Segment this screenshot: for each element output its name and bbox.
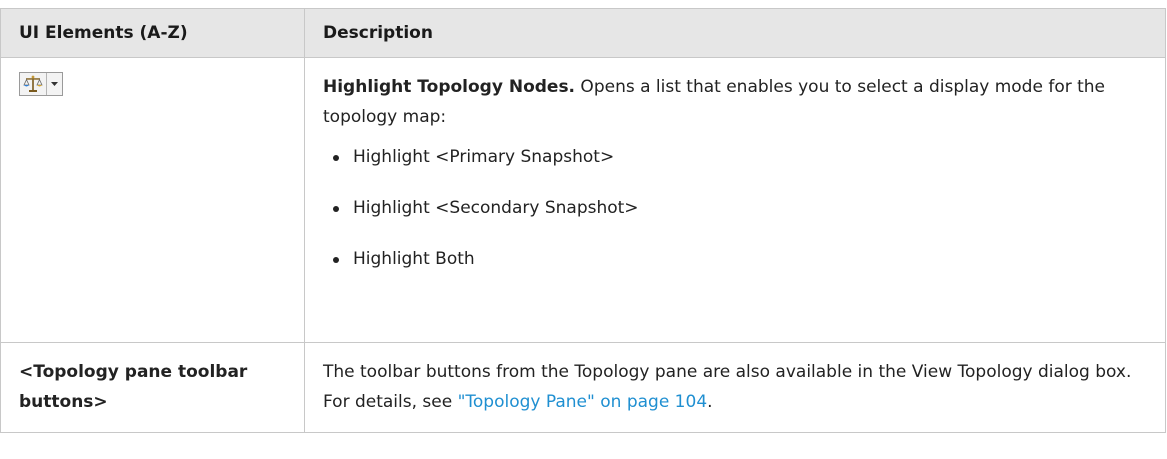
description-text-end: . [707,392,713,412]
display-mode-list: Highlight <Primary Snapshot> Highlight <… [323,142,1149,274]
topology-pane-link[interactable]: "Topology Pane" on page 104 [458,392,708,412]
ui-element-cell [0,57,305,343]
list-item: Highlight Both [331,244,1149,274]
list-item: Highlight <Primary Snapshot> [331,142,1149,172]
ui-element-cell: <Topology pane toolbar buttons> [0,342,305,433]
description-cell: Highlight Topology Nodes. Opens a list t… [304,57,1166,343]
description-text: Highlight Topology Nodes. Opens a list t… [323,72,1149,132]
chevron-down-icon[interactable] [47,73,62,95]
table-row: <Topology pane toolbar buttons> The tool… [0,342,1166,433]
element-title: Highlight Topology Nodes. [323,77,576,97]
table-header-row: UI Elements (A-Z) Description [0,8,1166,58]
description-text: The toolbar buttons from the Topology pa… [323,362,1132,412]
list-item: Highlight <Secondary Snapshot> [331,193,1149,223]
description-cell: The toolbar buttons from the Topology pa… [304,342,1166,433]
highlight-topology-nodes-button[interactable] [19,72,63,96]
column-header-ui-elements: UI Elements (A-Z) [0,8,305,58]
ui-elements-table: UI Elements (A-Z) Description Highlight … [0,8,1166,433]
table-row: Highlight Topology Nodes. Opens a list t… [0,57,1166,343]
column-header-description: Description [304,8,1166,58]
balance-scale-icon [20,73,47,95]
